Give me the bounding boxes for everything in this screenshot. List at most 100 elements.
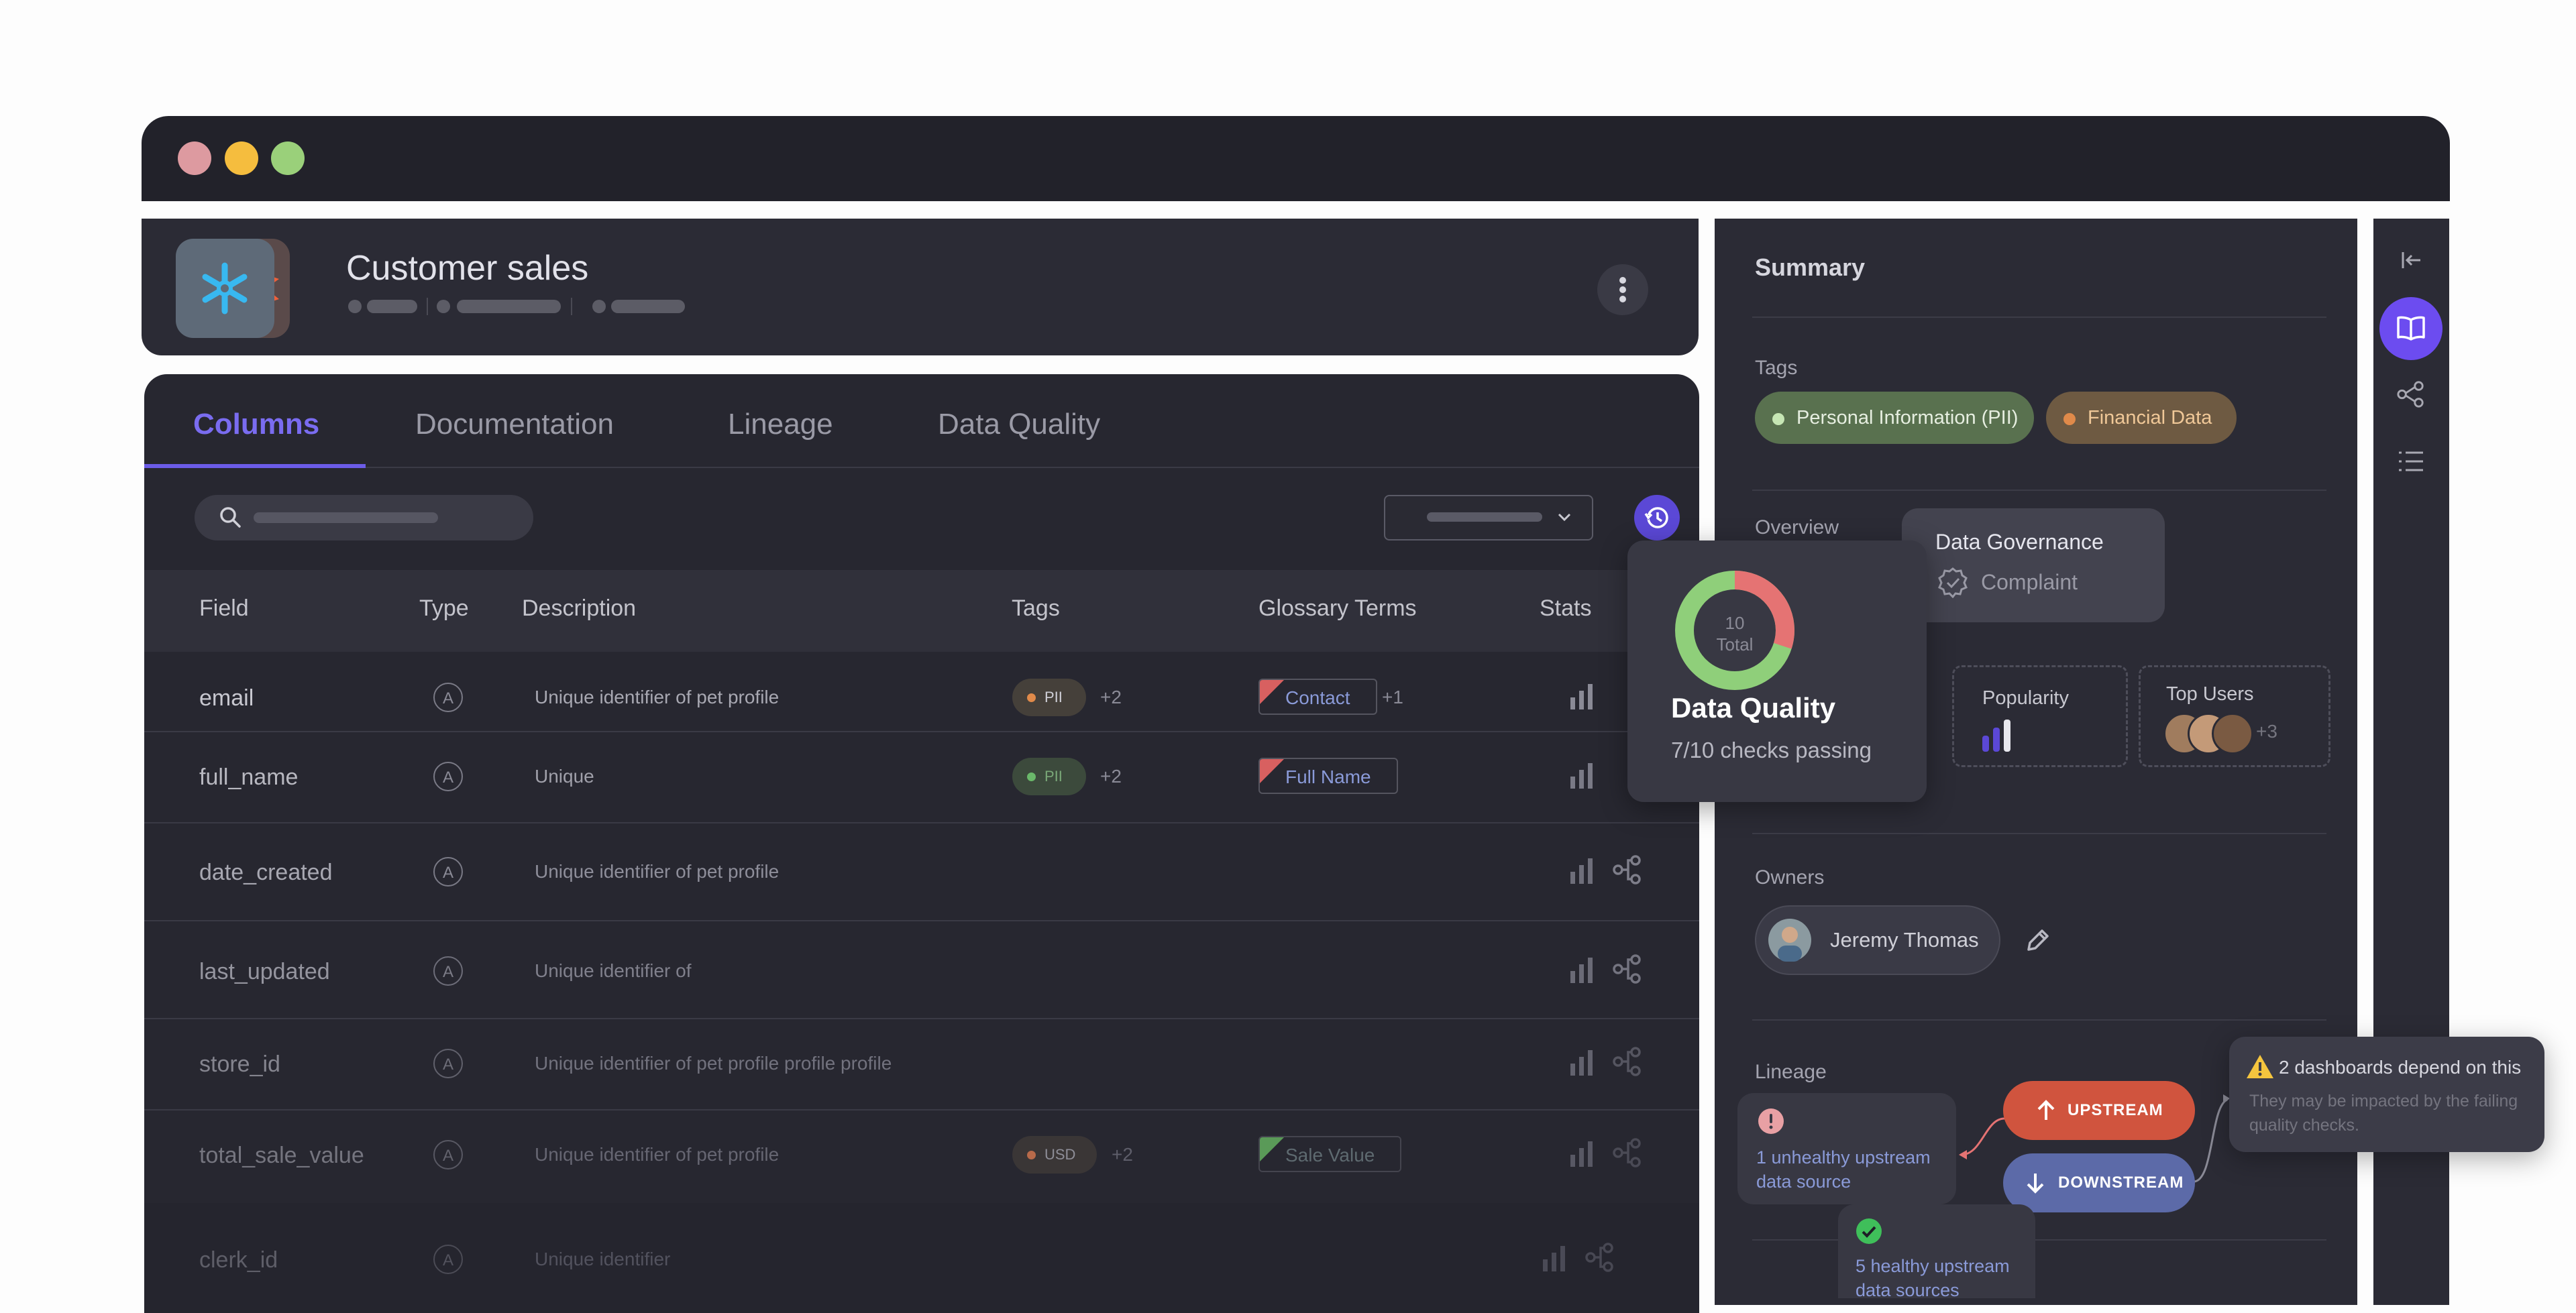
table-row[interactable]: last_updated A Unique identifier of	[144, 920, 1699, 1019]
downstream-button[interactable]: DOWNSTREAM	[2003, 1153, 2195, 1212]
tab-divider	[144, 467, 1699, 468]
table-row[interactable]: store_id A Unique identifier of pet prof…	[144, 1018, 1699, 1110]
description-text: Unique identifier of pet profile	[535, 861, 780, 882]
lineage-icon[interactable]	[2396, 380, 2426, 409]
divider	[1752, 317, 2326, 318]
healthy-upstream-card[interactable]: 5 healthy upstream data sources	[1838, 1204, 2035, 1300]
unhealthy-upstream-card[interactable]: 1 unhealthy upstream data source	[1737, 1093, 1956, 1204]
column-header-glossary-terms[interactable]: Glossary Terms	[1258, 595, 1417, 622]
tag-chip[interactable]: PII	[1012, 679, 1086, 716]
stats-icon[interactable]	[1569, 681, 1596, 711]
lineage-icon[interactable]	[1612, 954, 1643, 984]
upstream-button[interactable]: UPSTREAM	[2003, 1081, 2195, 1140]
stats-icon[interactable]	[1569, 1139, 1596, 1168]
tab-columns[interactable]: Columns	[193, 408, 319, 441]
stats-icon[interactable]	[1569, 1047, 1596, 1077]
field-name: clerk_id	[199, 1247, 278, 1273]
kebab-menu-icon[interactable]	[1597, 264, 1648, 315]
column-header-type[interactable]: Type	[419, 595, 469, 622]
avatar[interactable]	[2212, 713, 2253, 754]
column-header-tags[interactable]: Tags	[1012, 595, 1060, 622]
dashboards-warning-popover[interactable]: 2 dashboards depend on this They may be …	[2229, 1037, 2544, 1152]
data-governance-popover[interactable]: Data Governance Complaint	[1902, 508, 2165, 622]
total-count: 10	[1725, 613, 1745, 633]
description-text: Unique identifier	[535, 1249, 671, 1269]
glossary-term-chip[interactable]: Contact	[1258, 679, 1377, 715]
description-text: Unique	[535, 766, 594, 787]
lineage-icon[interactable]	[1585, 1242, 1615, 1273]
filter-select[interactable]	[1384, 495, 1593, 540]
search-input[interactable]	[195, 495, 533, 540]
owners-label: Owners	[1755, 866, 1825, 889]
avatar	[1768, 919, 1811, 962]
top-users-more[interactable]: +3	[2256, 721, 2277, 742]
field-name: email	[199, 685, 254, 711]
tab-documentation[interactable]: Documentation	[415, 408, 614, 441]
lineage-icon[interactable]	[1612, 1137, 1643, 1168]
tag-more-count[interactable]: +2	[1100, 766, 1122, 787]
description-text: Unique identifier of	[535, 960, 692, 981]
edit-icon[interactable]	[2023, 925, 2053, 955]
stats-icon[interactable]	[1569, 856, 1596, 885]
total-label: Total	[1716, 634, 1754, 654]
tag-chip[interactable]: PII	[1012, 758, 1086, 795]
type-badge: A	[433, 683, 463, 712]
divider	[1752, 833, 2326, 834]
search-icon	[220, 507, 241, 528]
popularity-card[interactable]: Popularity	[1952, 665, 2128, 767]
stats-icon[interactable]	[1569, 955, 1596, 984]
field-name: date_created	[199, 860, 333, 885]
close-window-button[interactable]	[178, 141, 211, 175]
warning-body: They may be impacted by the failing qual…	[2249, 1092, 2518, 1135]
tab-lineage[interactable]: Lineage	[728, 408, 833, 441]
arrow-up-icon	[2037, 1100, 2055, 1120]
column-header-field[interactable]: Field	[199, 595, 249, 622]
table-row[interactable]: date_created A Unique identifier of pet …	[144, 822, 1699, 921]
table-row[interactable]: clerk_id A Unique identifier	[144, 1203, 1699, 1313]
minimize-window-button[interactable]	[225, 141, 258, 175]
collapse-icon[interactable]	[2398, 247, 2424, 274]
tag-pii[interactable]: Personal Information (PII)	[1755, 392, 2034, 444]
tag-financial-data[interactable]: Financial Data	[2046, 392, 2237, 444]
tag-more-count[interactable]: +2	[1100, 687, 1122, 708]
tag-chip[interactable]: USD	[1012, 1136, 1097, 1174]
data-quality-popover[interactable]: 10 Total Data Quality 7/10 checks passin…	[1627, 540, 1927, 802]
column-header-stats[interactable]: Stats	[1540, 595, 1591, 622]
lineage-icon[interactable]	[1612, 1046, 1643, 1077]
glossary-term-chip[interactable]: Full Name	[1258, 758, 1398, 794]
field-name: store_id	[199, 1051, 280, 1077]
warning-icon	[2247, 1055, 2273, 1078]
glossary-more-count[interactable]: +1	[1382, 687, 1403, 708]
popularity-label: Popularity	[1982, 687, 2069, 709]
tag-more-count[interactable]: +2	[1112, 1144, 1133, 1165]
type-badge: A	[433, 762, 463, 791]
top-users-label: Top Users	[2166, 683, 2254, 705]
tab-data-quality[interactable]: Data Quality	[938, 408, 1100, 441]
active-tab-indicator	[144, 464, 366, 468]
table-row[interactable]: full_name A Unique PII +2 Full Name	[144, 731, 1699, 823]
data-quality-title: Data Quality	[1671, 692, 1836, 724]
history-button[interactable]	[1634, 495, 1680, 540]
tags-label: Tags	[1755, 357, 1798, 379]
column-header-description[interactable]: Description	[522, 595, 636, 622]
columns-panel: Columns Documentation Lineage Data Quali…	[144, 374, 1699, 1313]
table-header: Field Type Description Tags Glossary Ter…	[144, 570, 1699, 652]
list-icon[interactable]	[2396, 447, 2426, 476]
table-row[interactable]: total_sale_value A Unique identifier of …	[144, 1109, 1699, 1204]
lineage-icon[interactable]	[1612, 854, 1643, 885]
window-titlebar	[142, 116, 2450, 201]
field-name: last_updated	[199, 959, 330, 984]
table-row[interactable]: email A Unique identifier of pet profile…	[144, 652, 1699, 732]
owner-chip[interactable]: Jeremy Thomas	[1755, 905, 2000, 975]
owner-name: Jeremy Thomas	[1830, 928, 1979, 952]
maximize-window-button[interactable]	[271, 141, 305, 175]
top-users-card[interactable]: Top Users +3	[2139, 665, 2330, 767]
stats-icon[interactable]	[1542, 1243, 1568, 1273]
stats-icon[interactable]	[1569, 760, 1596, 790]
page-title: Customer sales	[346, 249, 589, 288]
type-badge: A	[433, 1140, 463, 1169]
glossary-term-chip[interactable]: Sale Value	[1258, 1136, 1402, 1172]
book-icon[interactable]	[2379, 297, 2443, 360]
description-text: Unique identifier of pet profile profile…	[535, 1053, 892, 1074]
warning-title: 2 dashboards depend on this	[2279, 1057, 2522, 1078]
